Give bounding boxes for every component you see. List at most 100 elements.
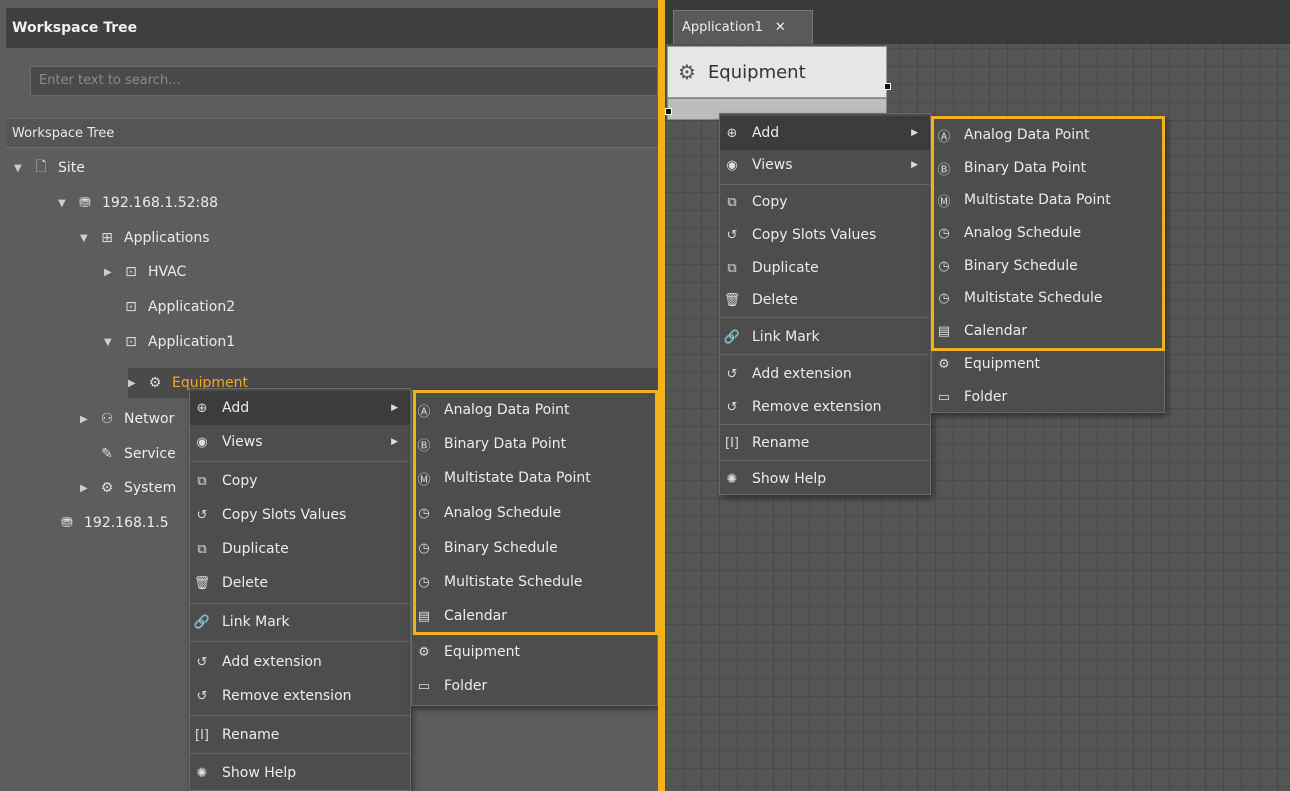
server-offline-icon: ⛃ — [61, 515, 73, 531]
submenu-item-analog-schedule[interactable]: ◷ Analog Schedule — [932, 216, 1164, 250]
menu-item-copy[interactable]: ⧉ Copy — [720, 185, 930, 219]
tree-item-services[interactable]: ✎ Service — [96, 438, 176, 470]
network-icon: ⚇ — [100, 411, 114, 427]
add-icon: ⊕ — [196, 400, 208, 416]
menu-item-label: Multistate Data Point — [444, 470, 591, 486]
menu-item-label: Equipment — [444, 644, 520, 660]
submenu-item-folder[interactable]: ▭ Folder — [412, 669, 657, 703]
menu-item-duplicate[interactable]: ⧉ Duplicate — [720, 251, 930, 285]
chevron-down-icon[interactable]: ▼ — [104, 337, 120, 348]
submenu-item-folder[interactable]: ▭ Folder — [932, 380, 1164, 414]
lightbulb-icon: ✺ — [726, 471, 738, 487]
chevron-right-icon[interactable]: ▶ — [128, 378, 144, 389]
menu-item-show-help[interactable]: ✺ Show Help — [190, 756, 410, 790]
tree-item-application1[interactable]: ▼ ⊡ Application1 — [104, 326, 235, 358]
calendar-icon: ▤ — [417, 608, 431, 624]
context-menu-canvas: ⊕ Add ▶ ◉ Views ▶ ⧉ Copy ↺ Copy Slots Values ⧉… — [719, 113, 931, 495]
menu-item-label: Equipment — [964, 356, 1040, 372]
menu-item-duplicate[interactable]: ⧉ Duplicate — [190, 532, 410, 566]
submenu-item-calendar[interactable]: ▤ Calendar — [932, 314, 1164, 348]
menu-divider — [720, 424, 930, 425]
tree-item-site[interactable]: ▼ 🗋 Site — [14, 152, 85, 184]
menu-item-label: Add extension — [222, 654, 322, 670]
system-icon: ⚙ — [100, 480, 114, 496]
equipment-block[interactable]: ⚙ Equipment — [667, 46, 887, 98]
menu-item-remove-extension[interactable]: ↺ Remove extension — [720, 390, 930, 424]
submenu-item-binary-data-point[interactable]: Ⓑ Binary Data Point — [932, 151, 1164, 185]
binary-schedule-icon: ◷ — [418, 540, 430, 556]
submenu-item-multistate-data-point[interactable]: Ⓜ Multistate Data Point — [932, 183, 1164, 217]
menu-item-delete[interactable]: 🗑 Delete — [720, 283, 930, 317]
menu-item-views[interactable]: ◉ Views ▶ — [190, 425, 410, 459]
resize-handle[interactable] — [665, 108, 672, 115]
copy-icon: ⧉ — [727, 194, 737, 210]
menu-divider — [190, 641, 410, 642]
menu-item-label: Add extension — [752, 366, 852, 382]
submenu-arrow-icon: ▶ — [391, 403, 398, 413]
submenu-item-equipment[interactable]: ⚙ Equipment — [412, 635, 657, 669]
menu-item-copy[interactable]: ⧉ Copy — [190, 464, 410, 498]
chevron-right-icon[interactable]: ▶ — [80, 414, 96, 425]
menu-item-label: Copy — [222, 473, 258, 489]
menu-divider — [190, 603, 410, 604]
folder-icon: ▭ — [417, 678, 431, 694]
submenu-item-analog-data-point[interactable]: Ⓐ Analog Data Point — [412, 393, 657, 427]
chevron-down-icon[interactable]: ▼ — [80, 233, 96, 244]
submenu-item-multistate-schedule[interactable]: ◷ Multistate Schedule — [932, 281, 1164, 315]
menu-item-label: Delete — [752, 292, 798, 308]
submenu-item-binary-schedule[interactable]: ◷ Binary Schedule — [412, 531, 657, 565]
menu-item-add[interactable]: ⊕ Add ▶ — [190, 391, 410, 425]
trash-icon: 🗑 — [193, 575, 211, 591]
menu-item-remove-extension[interactable]: ↺ Remove extension — [190, 679, 410, 713]
rename-icon: [I] — [195, 727, 209, 743]
menu-item-copy-slots-values[interactable]: ↺ Copy Slots Values — [720, 218, 930, 252]
tab-application1[interactable]: Application1 ✕ — [673, 10, 813, 44]
binary-schedule-icon: ◷ — [938, 258, 950, 274]
menu-item-add-extension[interactable]: ↺ Add extension — [720, 357, 930, 391]
menu-item-add[interactable]: ⊕ Add ▶ — [720, 116, 930, 150]
copy-icon: ⧉ — [197, 473, 207, 489]
tree-item-hvac[interactable]: ▶ ⊡ HVAC — [104, 256, 186, 288]
chevron-down-icon[interactable]: ▼ — [58, 198, 74, 209]
tree-item-applications[interactable]: ▼ ⊞ Applications — [80, 222, 210, 254]
menu-item-show-help[interactable]: ✺ Show Help — [720, 462, 930, 496]
menu-item-copy-slots-values[interactable]: ↺ Copy Slots Values — [190, 498, 410, 532]
menu-item-rename[interactable]: [I] Rename — [190, 718, 410, 752]
submenu-item-multistate-schedule[interactable]: ◷ Multistate Schedule — [412, 565, 657, 599]
chevron-right-icon[interactable]: ▶ — [80, 483, 96, 494]
menu-item-delete[interactable]: 🗑 Delete — [190, 566, 410, 600]
submenu-item-binary-data-point[interactable]: Ⓑ Binary Data Point — [412, 427, 657, 461]
chevron-right-icon[interactable]: ▶ — [104, 267, 120, 278]
close-icon[interactable]: ✕ — [775, 20, 786, 35]
equipment-block-label: Equipment — [707, 61, 806, 83]
tree-item-system[interactable]: ▶ ⚙ System — [80, 472, 176, 504]
search-input[interactable]: Enter text to search... — [30, 66, 658, 96]
tree-item-application2[interactable]: ⊡ Application2 — [120, 291, 235, 323]
analog-point-icon: Ⓐ — [937, 129, 951, 145]
menu-item-rename[interactable]: [I] Rename — [720, 426, 930, 460]
binary-point-icon: Ⓑ — [417, 438, 431, 454]
menu-item-link-mark[interactable]: 🔗 Link Mark — [720, 320, 930, 354]
folder-icon: ▭ — [937, 389, 951, 405]
tree-item-server[interactable]: ▼ ⛃ 192.168.1.52:88 — [58, 187, 218, 219]
submenu-item-multistate-data-point[interactable]: Ⓜ Multistate Data Point — [412, 461, 657, 495]
submenu-item-analog-data-point[interactable]: Ⓐ Analog Data Point — [932, 118, 1164, 152]
tree-item-server-2[interactable]: ⛃ 192.168.1.5 — [56, 507, 168, 539]
context-menu: ⊕ Add ▶ ◉ Views ▶ ⧉ Copy ↺ Copy Slots Values ⧉… — [189, 388, 411, 791]
lightbulb-icon: ✺ — [196, 765, 208, 781]
submenu-item-binary-schedule[interactable]: ◷ Binary Schedule — [932, 249, 1164, 283]
submenu-item-calendar[interactable]: ▤ Calendar — [412, 599, 657, 633]
analog-point-icon: Ⓐ — [417, 404, 431, 420]
submenu-item-equipment[interactable]: ⚙ Equipment — [932, 347, 1164, 381]
panel-divider — [658, 0, 665, 791]
add-submenu: Ⓐ Analog Data Point Ⓑ Binary Data Point Ⓜ M… — [411, 390, 658, 706]
copy-slots-icon: ↺ — [196, 507, 208, 523]
chevron-down-icon[interactable]: ▼ — [14, 163, 30, 174]
menu-item-views[interactable]: ◉ Views ▶ — [720, 148, 930, 182]
tree-item-network[interactable]: ▶ ⚇ Networ — [80, 403, 174, 435]
menu-item-link-mark[interactable]: 🔗 Link Mark — [190, 605, 410, 639]
menu-item-label: Rename — [752, 435, 810, 451]
resize-handle[interactable] — [884, 83, 891, 90]
menu-item-add-extension[interactable]: ↺ Add extension — [190, 645, 410, 679]
submenu-item-analog-schedule[interactable]: ◷ Analog Schedule — [412, 496, 657, 530]
